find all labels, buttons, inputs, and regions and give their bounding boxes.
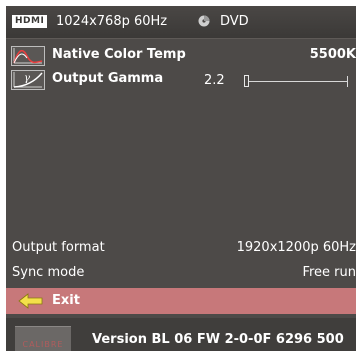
menu-item-native-color-temp[interactable]: Native Color Temp 5500K bbox=[6, 44, 356, 68]
menu-item-label: Native Color Temp bbox=[52, 47, 186, 62]
osd-menu-panel: HDMI 1024x768p 60Hz DVD Native Color Tem… bbox=[6, 6, 356, 351]
footer-bar: CALIBRE Version BL 06 FW 2-0-0F 6296 500 bbox=[6, 318, 356, 351]
gamma-curve-icon: γ bbox=[11, 70, 45, 90]
info-row-output-format: Output format 1920x1200p 60Hz bbox=[6, 238, 356, 258]
color-temp-curve-icon bbox=[11, 46, 45, 66]
menu-item-output-gamma[interactable]: γ Output Gamma 2.2 bbox=[6, 68, 356, 92]
info-label: Sync mode bbox=[12, 265, 85, 280]
exit-label: Exit bbox=[52, 293, 80, 308]
status-bar: HDMI 1024x768p 60Hz DVD bbox=[6, 6, 356, 39]
slider-end-mark bbox=[347, 76, 348, 87]
hdmi-badge: HDMI bbox=[12, 15, 48, 28]
info-value: 1920x1200p 60Hz bbox=[236, 240, 356, 255]
info-row-sync-mode: Sync mode Free run bbox=[6, 263, 356, 283]
input-source: DVD bbox=[220, 14, 249, 29]
version-info: Version BL 06 FW 2-0-0F 6296 500 bbox=[92, 332, 344, 347]
left-arrow-icon bbox=[18, 293, 43, 309]
info-value: Free run bbox=[302, 265, 356, 280]
logo-text: CALIBRE bbox=[22, 340, 64, 349]
gamma-slider[interactable] bbox=[244, 73, 348, 89]
info-label: Output format bbox=[12, 240, 105, 255]
input-resolution: 1024x768p 60Hz bbox=[56, 14, 168, 29]
svg-text:γ: γ bbox=[24, 73, 30, 84]
gamma-value: 2.2 bbox=[204, 73, 225, 88]
calibre-logo: CALIBRE bbox=[15, 326, 71, 351]
menu-item-label: Output Gamma bbox=[52, 71, 164, 86]
color-temp-value: 5500K bbox=[309, 47, 356, 62]
exit-menu-item[interactable]: Exit bbox=[6, 288, 356, 314]
slider-thumb[interactable] bbox=[244, 75, 249, 87]
slider-track bbox=[244, 81, 348, 82]
disc-icon bbox=[198, 15, 210, 27]
